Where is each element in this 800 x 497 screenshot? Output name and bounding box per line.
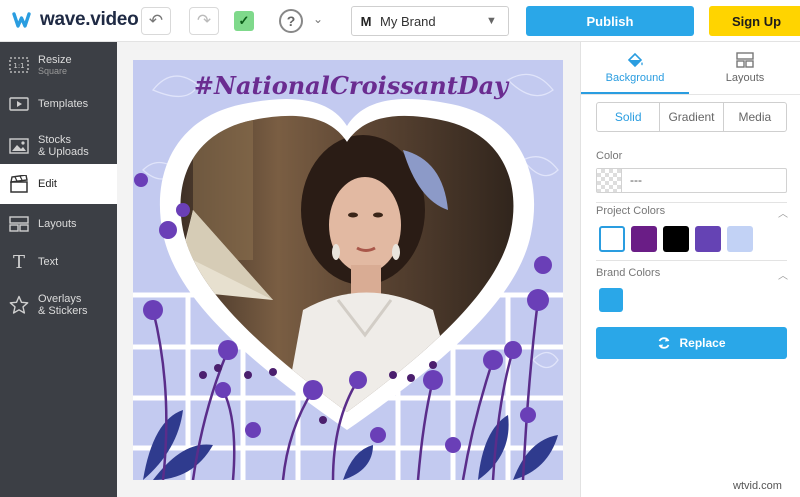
left-sidebar: 1:1 Resize Square Templates Stocks & Upl… bbox=[0, 42, 117, 497]
segment-media[interactable]: Media bbox=[722, 103, 786, 131]
logo-text: wave.video bbox=[40, 9, 139, 30]
undo-button[interactable]: ↶ bbox=[141, 7, 171, 35]
tab-label: Background bbox=[605, 72, 665, 84]
tab-label: Layouts bbox=[725, 72, 765, 84]
layouts-icon bbox=[736, 52, 754, 68]
wave-logo-icon bbox=[12, 12, 31, 28]
sidebar-item-templates[interactable]: Templates bbox=[0, 84, 117, 124]
project-color-swatch[interactable] bbox=[727, 226, 753, 252]
tab-divider bbox=[581, 94, 800, 95]
project-color-swatch[interactable] bbox=[663, 226, 689, 252]
sidebar-item-resize[interactable]: 1:1 Resize Square bbox=[0, 44, 117, 86]
brand-colors-label: Brand Colors bbox=[596, 267, 661, 279]
brand-color-swatch[interactable] bbox=[599, 288, 623, 312]
project-color-swatch[interactable] bbox=[695, 226, 721, 252]
saved-indicator[interactable]: ✓ bbox=[234, 11, 254, 31]
paint-bucket-icon bbox=[627, 52, 643, 68]
chevron-up-icon[interactable]: ︿ bbox=[778, 205, 788, 220]
star-icon bbox=[0, 295, 38, 315]
sidebar-item-label: Stocks bbox=[38, 134, 72, 146]
templates-icon bbox=[0, 96, 38, 112]
layouts-icon bbox=[0, 216, 38, 232]
redo-button[interactable]: ↷ bbox=[189, 7, 219, 35]
sidebar-item-overlays[interactable]: Overlays & Stickers bbox=[0, 282, 117, 328]
replace-label: Replace bbox=[679, 336, 726, 350]
help-button[interactable]: ? bbox=[279, 9, 303, 33]
color-label: Color bbox=[596, 150, 623, 162]
design-canvas[interactable]: #NationalCroissantDay bbox=[133, 60, 563, 480]
chevron-down-icon[interactable]: ⌄ bbox=[313, 12, 323, 26]
tab-layouts[interactable]: Layouts bbox=[691, 42, 799, 94]
svg-text:1:1: 1:1 bbox=[13, 62, 24, 70]
sidebar-item-label2: & Uploads bbox=[38, 146, 89, 158]
clapper-icon bbox=[0, 175, 38, 193]
sidebar-item-label: Resize bbox=[38, 54, 72, 66]
image-icon bbox=[0, 138, 38, 154]
watermark-text: wtvid.com bbox=[733, 480, 782, 492]
check-icon: ✓ bbox=[238, 13, 250, 28]
help-label: ? bbox=[286, 13, 296, 29]
fill-type-segmented-control: Solid Gradient Media bbox=[596, 102, 787, 132]
chevron-down-icon: ▼ bbox=[486, 15, 497, 27]
transparent-swatch[interactable] bbox=[597, 169, 622, 192]
properties-panel: Background Layouts Solid Gradient Media … bbox=[580, 42, 800, 497]
color-value: --- bbox=[630, 173, 642, 187]
project-color-swatch[interactable] bbox=[599, 226, 625, 252]
replace-button[interactable]: Replace bbox=[596, 327, 787, 359]
section-divider bbox=[596, 202, 787, 203]
sidebar-item-text[interactable]: T Text bbox=[0, 242, 117, 282]
sidebar-item-label: Edit bbox=[38, 178, 57, 190]
undo-icon: ↶ bbox=[148, 11, 164, 30]
redo-icon: ↷ bbox=[196, 11, 212, 30]
brand-select[interactable]: M My Brand ▼ bbox=[351, 6, 509, 36]
brand-initial: M bbox=[360, 13, 372, 29]
sidebar-item-label: Overlays bbox=[38, 293, 82, 305]
segment-solid[interactable]: Solid bbox=[597, 103, 659, 131]
sidebar-item-edit[interactable]: Edit bbox=[0, 164, 117, 204]
publish-button[interactable]: Publish bbox=[526, 6, 694, 36]
chevron-up-icon[interactable]: ︿ bbox=[778, 267, 788, 282]
sidebar-item-layouts[interactable]: Layouts bbox=[0, 204, 117, 244]
signup-button[interactable]: Sign Up bbox=[709, 6, 800, 36]
tab-background[interactable]: Background bbox=[581, 42, 689, 94]
resize-icon: 1:1 bbox=[0, 57, 38, 73]
sidebar-item-label: Layouts bbox=[38, 218, 77, 230]
brand-name: My Brand bbox=[380, 13, 436, 29]
hashtag-text[interactable]: #NationalCroissantDay bbox=[194, 71, 510, 100]
project-color-swatch[interactable] bbox=[631, 226, 657, 252]
color-field[interactable]: --- bbox=[596, 168, 787, 193]
app-logo[interactable]: wave.video bbox=[12, 9, 139, 31]
sidebar-item-stocks[interactable]: Stocks & Uploads bbox=[0, 124, 117, 168]
sidebar-item-label: Templates bbox=[38, 98, 89, 110]
project-colors-label: Project Colors bbox=[596, 205, 666, 217]
sidebar-item-label: Text bbox=[38, 256, 59, 268]
text-icon: T bbox=[12, 251, 25, 273]
segment-gradient[interactable]: Gradient bbox=[659, 103, 722, 131]
top-toolbar: wave.video ↶ ↷ ✓ ? ⌄ M My Brand ▼ Publis… bbox=[0, 0, 800, 42]
sidebar-item-sublabel: Square bbox=[38, 66, 68, 76]
design-artwork: #NationalCroissantDay bbox=[133, 60, 563, 480]
section-divider bbox=[596, 260, 787, 261]
refresh-icon bbox=[659, 337, 670, 349]
sidebar-item-label2: & Stickers bbox=[38, 305, 88, 317]
